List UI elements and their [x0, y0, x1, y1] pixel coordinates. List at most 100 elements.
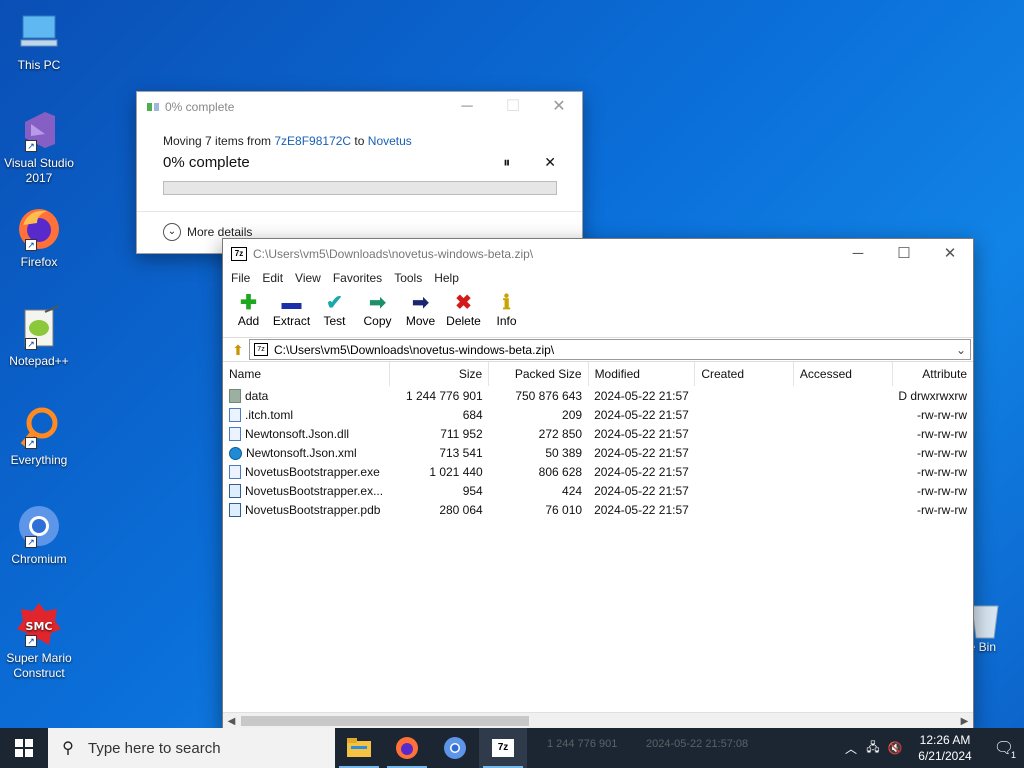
destination-link[interactable]: Novetus — [368, 134, 412, 148]
desktop-icon-notepadpp[interactable]: ↗ Notepad++ — [2, 304, 76, 369]
shortcut-arrow-icon: ↗ — [25, 536, 37, 548]
created-cell — [695, 424, 794, 443]
packed-size-cell: 750 876 643 — [515, 388, 583, 403]
file-name-label: Newtonsoft.Json.dll — [245, 426, 350, 441]
clock[interactable]: 12:26 AM 6/21/2024 — [906, 732, 984, 764]
modified-cell: 2024-05-22 21:57 — [594, 483, 689, 498]
menu-tools[interactable]: Tools — [388, 269, 428, 288]
delete-button[interactable]: ✖ Delete — [442, 288, 485, 337]
firefox-icon — [396, 737, 418, 759]
minimize-button[interactable]: ─ — [835, 239, 881, 269]
taskbar-file-explorer[interactable] — [335, 728, 383, 768]
column-packed-size[interactable]: Packed Size — [488, 362, 589, 386]
volume-muted-icon[interactable]: 🔇 — [884, 741, 906, 755]
file-name-label: NovetusBootstrapper.pdb — [245, 502, 381, 517]
to-text: to — [351, 134, 368, 148]
attribute-cell: -rw-rw-rw — [917, 445, 967, 460]
chromium-icon — [444, 737, 466, 759]
column-size[interactable]: Size — [389, 362, 490, 386]
cancel-button[interactable]: ✕ — [544, 154, 556, 171]
more-details-label: More details — [187, 225, 253, 239]
menu-help[interactable]: Help — [428, 269, 465, 288]
packed-size-cell: 50 389 — [545, 445, 583, 460]
clock-date: 6/21/2024 — [918, 749, 972, 763]
table-row[interactable]: Newtonsoft.Json.dll 711 952 272 850 2024-05… — [223, 424, 973, 443]
modified-cell: 2024-05-22 21:57 — [594, 502, 689, 517]
horizontal-scrollbar[interactable]: ◀ ▶ — [223, 712, 973, 729]
scrollbar-thumb[interactable] — [241, 716, 529, 726]
desktop-icon-label: Chromium — [11, 552, 67, 566]
table-row[interactable]: Newtonsoft.Json.xml 713 541 50 389 2024-05-… — [223, 443, 973, 462]
table-row[interactable]: NovetusBootstrapper.exe 1 021 440 806 628 2… — [223, 462, 973, 481]
folder-icon — [229, 388, 241, 403]
column-name[interactable]: Name — [223, 362, 390, 386]
desktop-icon-label: Notepad++ — [9, 354, 69, 368]
maximize-button[interactable]: ☐ — [490, 92, 536, 122]
close-button[interactable]: ✕ — [536, 92, 582, 122]
maximize-button[interactable]: ☐ — [881, 239, 927, 269]
ghost-size-text: 1 244 776 901 — [547, 738, 618, 750]
menu-favorites[interactable]: Favorites — [327, 269, 388, 288]
add-label: Add — [237, 314, 260, 328]
extract-label: Extract — [272, 314, 311, 328]
desktop-icon-visual-studio[interactable]: ↗ Visual Studio 2017 — [2, 106, 76, 186]
file-list-header: Name Size Packed Size Modified Created A… — [223, 362, 973, 386]
extract-button[interactable]: ▬ Extract — [270, 288, 313, 337]
shortcut-arrow-icon: ↗ — [25, 338, 37, 350]
desktop-icon-this-pc[interactable]: This PC — [2, 8, 76, 73]
table-row[interactable]: NovetusBootstrapper.pdb 280 064 76 010 2024… — [223, 500, 973, 519]
menu-view[interactable]: View — [289, 269, 327, 288]
desktop-icon-smc[interactable]: SMC ↗ Super Mario Construct — [2, 601, 76, 681]
column-modified[interactable]: Modified — [588, 362, 696, 386]
menu-file[interactable]: File — [225, 269, 256, 288]
copy-button[interactable]: ➡ Copy — [356, 288, 399, 337]
size-cell: 711 952 — [440, 426, 483, 441]
column-created[interactable]: Created — [694, 362, 794, 386]
table-row[interactable]: data 1 244 776 901 750 876 643 2024-05-22 2… — [223, 386, 973, 405]
file-name-label: Newtonsoft.Json.xml — [246, 445, 357, 460]
windows-logo-icon — [15, 739, 33, 757]
source-link[interactable]: 7zE8F98172C — [274, 134, 351, 148]
address-input[interactable]: 7z C:\Users\vm5\Downloads\novetus-window… — [249, 339, 971, 360]
taskbar-chromium[interactable] — [431, 728, 479, 768]
minimize-button[interactable]: ─ — [444, 92, 490, 122]
column-attribute[interactable]: Attribute — [892, 362, 973, 386]
start-button[interactable] — [0, 728, 48, 768]
size-cell: 1 244 776 901 — [405, 388, 483, 403]
chevron-up-icon[interactable]: ︿ — [840, 740, 862, 757]
taskbar-7zip[interactable]: 7z — [479, 728, 527, 768]
table-row[interactable]: .itch.toml 684 209 2024-05-22 21:57 -rw-rw-r… — [223, 405, 973, 424]
close-button[interactable]: ✕ — [927, 239, 973, 269]
test-button[interactable]: ✔ Test — [313, 288, 356, 337]
info-button[interactable]: ℹ Info — [485, 288, 528, 337]
modified-cell: 2024-05-22 21:57 — [594, 407, 689, 422]
table-row[interactable]: NovetusBootstrapper.ex... 954 424 2024-05-2… — [223, 481, 973, 500]
pause-button[interactable]: ⏸ — [503, 154, 510, 171]
notification-center-button[interactable]: 🗨 1 — [984, 738, 1024, 760]
file-icon — [229, 407, 241, 422]
column-accessed[interactable]: Accessed — [793, 362, 893, 386]
add-button[interactable]: ✚ Add — [227, 288, 270, 337]
up-folder-icon[interactable]: ⬆ — [227, 340, 249, 360]
desktop-icon-everything[interactable]: ↗ Everything — [2, 403, 76, 468]
desktop-icon-chromium[interactable]: ↗ Chromium — [2, 502, 76, 567]
network-icon[interactable]: 🖧 — [862, 738, 884, 759]
taskbar-firefox[interactable] — [383, 728, 431, 768]
menu-edit[interactable]: Edit — [256, 269, 289, 288]
packed-size-cell: 806 628 — [538, 464, 583, 479]
7zip-logo-icon: 7z — [231, 247, 247, 261]
move-button[interactable]: ➡ Move — [399, 288, 442, 337]
packed-size-cell: 76 010 — [545, 502, 583, 517]
desktop-icon-label: Everything — [10, 453, 68, 467]
modified-cell: 2024-05-22 21:57 — [594, 388, 689, 403]
window-title: C:\Users\vm5\Downloads\novetus-windows-b… — [253, 247, 534, 261]
minus-icon: ▬ — [281, 292, 302, 314]
created-cell — [695, 500, 794, 519]
taskbar-search-box[interactable]: ⚲ Type here to search — [48, 728, 335, 768]
chevron-down-icon[interactable]: ⌄ — [952, 343, 970, 357]
desktop-icon-firefox[interactable]: ↗ Firefox — [2, 205, 76, 270]
accessed-cell — [793, 500, 892, 519]
file-explorer-icon — [347, 738, 371, 757]
shortcut-arrow-icon: ↗ — [25, 140, 37, 152]
edge-document-icon — [229, 446, 242, 460]
